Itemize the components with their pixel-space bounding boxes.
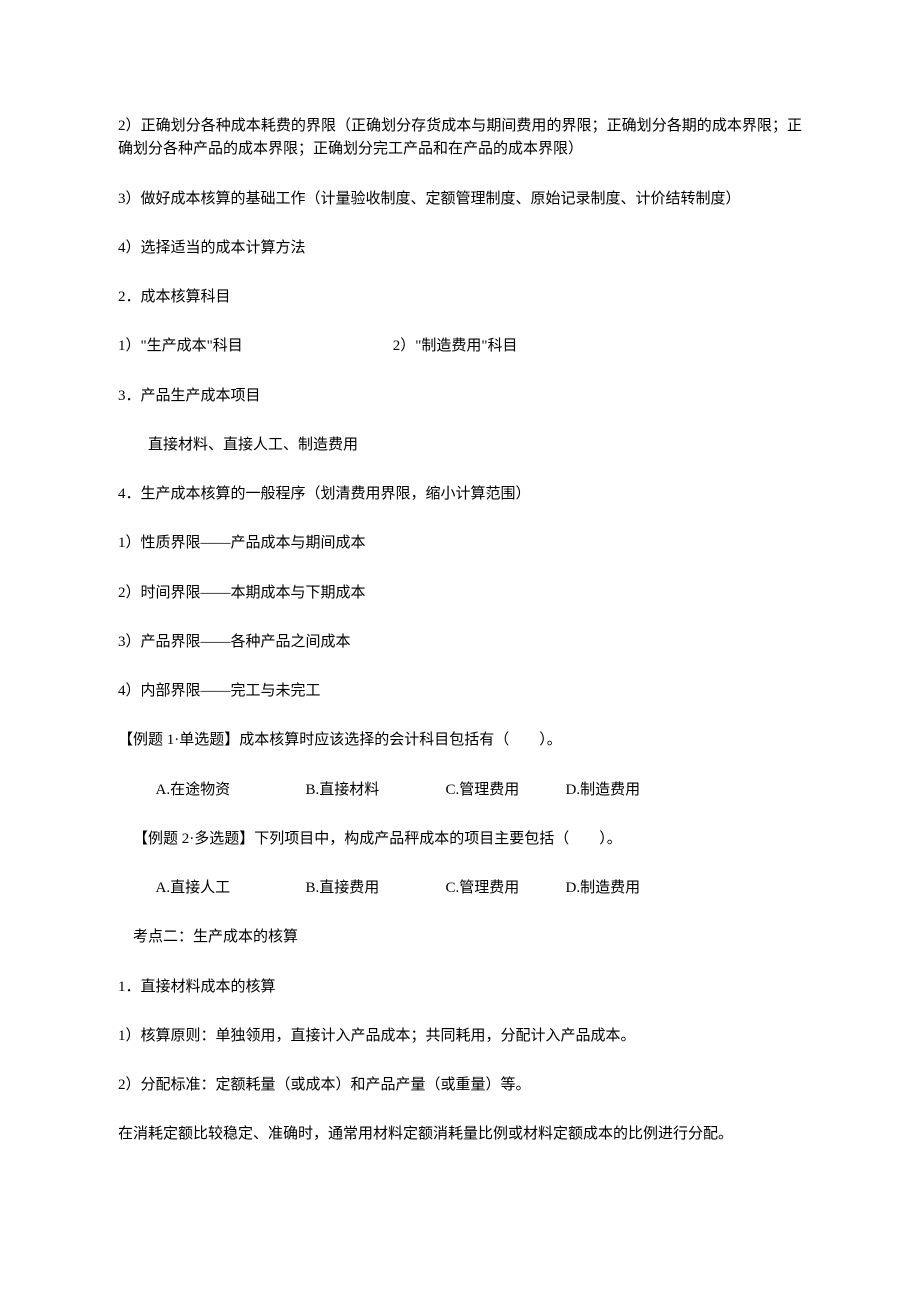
heading-section: 1．直接材料成本的核算 <box>118 976 802 999</box>
paragraph: 2）时间界限——本期成本与下期成本 <box>118 582 802 605</box>
paragraph: 4）内部界限——完工与未完工 <box>118 680 802 703</box>
paragraph: 2）正确划分各种成本耗费的界限（正确划分存货成本与期间费用的界限；正确划分各期的… <box>118 115 802 162</box>
option-a: A.直接人工 <box>156 877 306 900</box>
option-b: B.直接材料 <box>306 779 446 802</box>
paragraph: 3）产品界限——各种产品之间成本 <box>118 631 802 654</box>
document-page: 2）正确划分各种成本耗费的界限（正确划分存货成本与期间费用的界限；正确划分各期的… <box>0 0 920 1302</box>
heading-section: 4．生产成本核算的一般程序（划清费用界限，缩小计算范围） <box>118 483 802 506</box>
paragraph: 2）分配标准：定额耗量（或成本）和产品产量（或重量）等。 <box>118 1074 802 1097</box>
example-stem: 【例题 1·单选题】成本核算时应该选择的会计科目包括有（ ）。 <box>118 729 802 752</box>
example-options: A.在途物资 B.直接材料 C.管理费用 D.制造费用 <box>118 779 802 802</box>
paragraph: 1）核算原则：单独领用，直接计入产品成本；共同耗用，分配计入产品成本。 <box>118 1025 802 1048</box>
paragraph-split: 1）"生产成本"科目 2）"制造费用"科目 <box>118 335 802 358</box>
option-c: C.管理费用 <box>446 779 566 802</box>
option-d: D.制造费用 <box>566 779 803 802</box>
text-item: 2）"制造费用"科目 <box>393 335 518 358</box>
paragraph: 直接材料、直接人工、制造费用 <box>118 434 802 457</box>
heading-section: 2．成本核算科目 <box>118 286 802 309</box>
option-d: D.制造费用 <box>566 877 803 900</box>
option-a: A.在途物资 <box>156 779 306 802</box>
text-item: 1）"生产成本"科目 <box>118 335 243 358</box>
paragraph: 4）选择适当的成本计算方法 <box>118 237 802 260</box>
paragraph: 在消耗定额比较稳定、准确时，通常用材料定额消耗量比例或材料定额成本的比例进行分配… <box>118 1123 802 1146</box>
option-c: C.管理费用 <box>446 877 566 900</box>
option-b: B.直接费用 <box>306 877 446 900</box>
example-stem: 【例题 2·多选题】下列项目中，构成产品秤成本的项目主要包括（ ）。 <box>118 828 802 851</box>
heading-keypoint: 考点二：生产成本的核算 <box>118 926 802 949</box>
paragraph: 3）做好成本核算的基础工作（计量验收制度、定额管理制度、原始记录制度、计价结转制… <box>118 188 802 211</box>
heading-section: 3．产品生产成本项目 <box>118 385 802 408</box>
example-options: A.直接人工 B.直接费用 C.管理费用 D.制造费用 <box>118 877 802 900</box>
paragraph: 1）性质界限——产品成本与期间成本 <box>118 532 802 555</box>
